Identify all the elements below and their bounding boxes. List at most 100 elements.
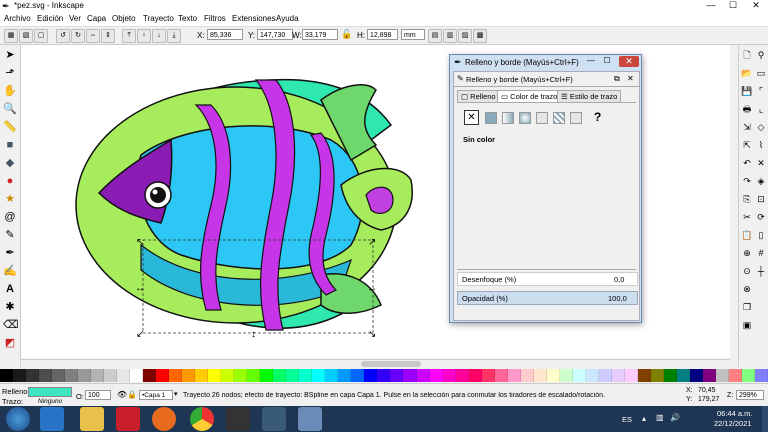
tweak-tool-icon[interactable]: ✋: [3, 84, 17, 98]
palette-swatch[interactable]: [416, 369, 430, 382]
menu-capa[interactable]: Capa: [87, 14, 106, 23]
zoom-page-icon[interactable]: ⊗: [741, 283, 753, 295]
star-tool-icon[interactable]: ★: [3, 192, 17, 206]
deselect-icon[interactable]: ▢: [34, 29, 48, 43]
palette-swatch[interactable]: [247, 369, 261, 382]
palette-swatch[interactable]: [143, 369, 157, 382]
clock-time[interactable]: 06:44 a.m.: [717, 409, 752, 418]
ie-icon[interactable]: [40, 407, 64, 431]
3dbox-tool-icon[interactable]: ◆: [3, 156, 17, 170]
stroke-value[interactable]: Ninguno: [38, 398, 62, 405]
fill-swatch[interactable]: [28, 387, 72, 397]
palette-swatch[interactable]: [0, 369, 14, 382]
x-input[interactable]: 85,336: [207, 29, 243, 40]
palette-swatch[interactable]: [169, 369, 183, 382]
palette-swatch[interactable]: [481, 369, 495, 382]
text-tool-icon[interactable]: A: [3, 282, 17, 296]
rotate-cw-icon[interactable]: ↻: [71, 29, 85, 43]
palette-swatch[interactable]: [403, 369, 417, 382]
lock-ratio-icon[interactable]: 🔓: [341, 29, 352, 40]
opacity-status-input[interactable]: 100: [85, 390, 111, 400]
snap-rotation-icon[interactable]: ⟳: [755, 211, 767, 223]
palette-swatch[interactable]: [338, 369, 352, 382]
vertical-scrollbar[interactable]: [730, 45, 737, 358]
palette-swatch[interactable]: [624, 369, 638, 382]
dialog-minimize-button[interactable]: —: [584, 56, 598, 66]
handle-s[interactable]: ↕: [251, 329, 256, 340]
no-paint-button[interactable]: ✕: [464, 110, 479, 125]
palette-swatch[interactable]: [91, 369, 105, 382]
inkscape-taskbar-icon[interactable]: [226, 407, 250, 431]
eraser-tool-icon[interactable]: ⌫: [3, 318, 19, 332]
flip-horizontal-icon[interactable]: ⇔: [86, 29, 100, 43]
zoom-selection-icon[interactable]: ⊕: [741, 247, 753, 259]
palette-swatch[interactable]: [442, 369, 456, 382]
redo-icon[interactable]: ↷: [741, 175, 753, 187]
snap-midpoints-icon[interactable]: ◈: [755, 175, 767, 187]
layer-dropdown-icon[interactable]: ▾: [174, 390, 178, 398]
handle-w[interactable]: ↔: [135, 283, 145, 294]
horizontal-scrollbar[interactable]: [21, 359, 730, 369]
lower-icon[interactable]: ↓: [152, 29, 166, 43]
menu-extensiones[interactable]: Extensiones: [232, 14, 276, 23]
opacity-value[interactable]: 100,0: [608, 294, 627, 303]
palette-swatch[interactable]: [559, 369, 573, 382]
handle-se[interactable]: ↘: [368, 329, 376, 340]
measure-tool-icon[interactable]: 📏: [3, 120, 17, 134]
palette-swatch[interactable]: [351, 369, 365, 382]
dialog-maximize-button[interactable]: ☐: [600, 56, 614, 66]
snap-toggle-icon[interactable]: ⚲: [755, 49, 767, 61]
cut-icon[interactable]: ✂: [741, 211, 753, 223]
palette-swatch[interactable]: [663, 369, 677, 382]
mesh-gradient-button[interactable]: [536, 112, 548, 124]
zoom-tool-icon[interactable]: 🔍: [3, 102, 17, 116]
w-input[interactable]: 33,179: [302, 29, 338, 40]
palette-swatch[interactable]: [104, 369, 118, 382]
firefox-icon[interactable]: [152, 407, 176, 431]
node-tool-icon[interactable]: ⬏: [3, 66, 17, 80]
palette-swatch[interactable]: [312, 369, 326, 382]
pencil-tool-icon[interactable]: ✎: [3, 228, 17, 242]
window-taskbar-icon[interactable]: [262, 407, 286, 431]
swatch-button[interactable]: [570, 112, 582, 124]
palette-swatch[interactable]: [598, 369, 612, 382]
select-all-layers-icon[interactable]: ▧: [19, 29, 33, 43]
palette-swatch[interactable]: [195, 369, 209, 382]
palette-swatch[interactable]: [221, 369, 235, 382]
flat-color-button[interactable]: [485, 112, 497, 124]
start-button-icon[interactable]: [6, 407, 30, 431]
zoom-drawing-icon[interactable]: ⊙: [741, 265, 753, 277]
palette-swatch[interactable]: [78, 369, 92, 382]
menu-objeto[interactable]: Objeto: [112, 14, 136, 23]
palette-swatch[interactable]: [13, 369, 27, 382]
palette-swatch[interactable]: [468, 369, 482, 382]
palette-swatch[interactable]: [676, 369, 690, 382]
palette-swatch[interactable]: [273, 369, 287, 382]
palette-swatch[interactable]: [364, 369, 378, 382]
palette-swatch[interactable]: [65, 369, 79, 382]
network-icon[interactable]: ▥: [656, 413, 664, 422]
palette-swatch[interactable]: [741, 369, 755, 382]
palette-swatch[interactable]: [429, 369, 443, 382]
y-input[interactable]: 147,730: [257, 29, 293, 40]
palette-swatch[interactable]: [585, 369, 599, 382]
group-icon[interactable]: ▣: [741, 319, 753, 331]
palette-swatch[interactable]: [286, 369, 300, 382]
palette-swatch[interactable]: [689, 369, 703, 382]
layer-lock-icon[interactable]: 🔒: [127, 390, 137, 399]
palette-swatch[interactable]: [611, 369, 625, 382]
volume-icon[interactable]: 🔊: [670, 413, 680, 422]
maximize-button[interactable]: ☐: [722, 0, 744, 11]
palette-swatch[interactable]: [182, 369, 196, 382]
raise-to-top-icon[interactable]: ⤒: [122, 29, 136, 43]
undo-icon[interactable]: ↶: [741, 157, 753, 169]
snap-centers-icon[interactable]: ⊡: [755, 193, 767, 205]
menu-ver[interactable]: Ver: [69, 14, 81, 23]
lower-to-bottom-icon[interactable]: ⤓: [167, 29, 181, 43]
clock-date[interactable]: 22/12/2021: [714, 419, 752, 428]
palette-swatch[interactable]: [702, 369, 716, 382]
raise-icon[interactable]: ↑: [137, 29, 151, 43]
pattern-button[interactable]: [553, 112, 565, 124]
layer-select[interactable]: •Capa 1: [139, 390, 173, 400]
layer-visibility-icon[interactable]: 👁: [117, 390, 127, 399]
